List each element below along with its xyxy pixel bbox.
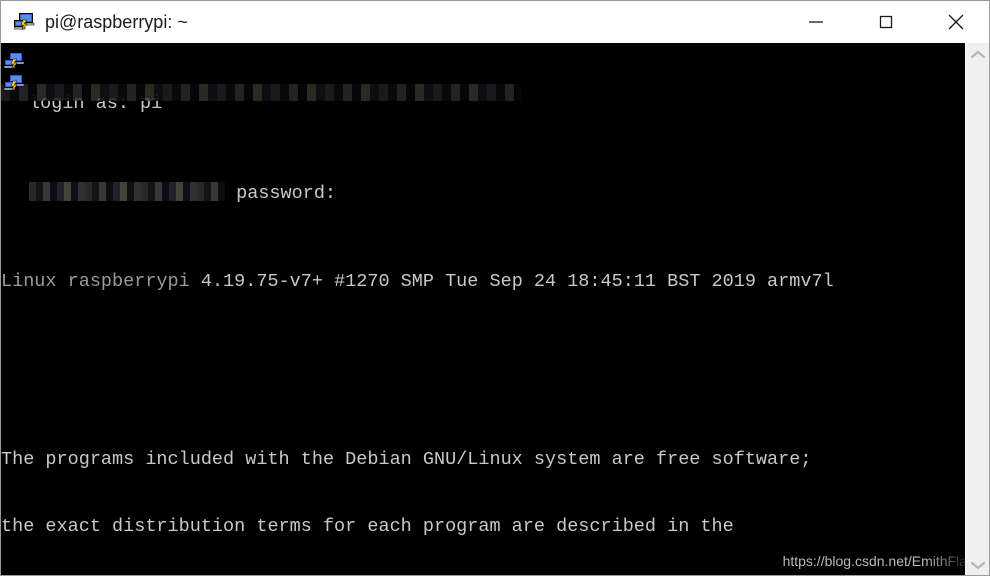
censored-host-block: [29, 181, 225, 201]
title-bar: pi@raspberrypi: ~: [1, 1, 989, 43]
window-title: pi@raspberrypi: ~: [45, 12, 188, 32]
terminal-line-login-prompt: login as: pi: [29, 92, 163, 114]
terminal-line-license-2: the exact distribution terms for each pr…: [1, 516, 734, 538]
terminal-line-blank-1: [1, 360, 989, 382]
terminal-line-banner-linux: Linux raspberrypi 4.19.75-v7+ #1270 SMP …: [1, 270, 834, 292]
close-button[interactable]: [921, 1, 989, 43]
close-icon: [948, 14, 964, 30]
watermark-text: https://blog.csdn.net/EmithFla: [782, 553, 967, 569]
scrollbar-down-button[interactable]: [966, 553, 990, 575]
window-controls: [781, 1, 989, 43]
chevron-up-icon: [969, 50, 986, 59]
maximize-icon: [879, 15, 893, 29]
putty-computer-icon-overlay-1: [4, 52, 25, 70]
scrollbar-track[interactable]: [966, 67, 990, 553]
scrollbar-up-button[interactable]: [966, 43, 990, 67]
terminal-line-password-prompt: password:: [1, 181, 989, 204]
terminal-screen[interactable]: login as: pi password: Linux raspberrypi…: [1, 43, 989, 575]
putty-computer-icon-overlay-2: [4, 74, 25, 92]
chevron-down-icon: [969, 561, 986, 570]
minimize-icon: [809, 21, 823, 23]
terminal-line-license-1: The programs included with the Debian GN…: [1, 449, 812, 471]
minimize-button[interactable]: [781, 1, 851, 43]
putty-computer-icon: [14, 13, 35, 31]
terminal-output: login as: pi password: Linux raspberrypi…: [1, 43, 989, 575]
terminal-scrollbar[interactable]: [965, 43, 990, 575]
putty-window: pi@raspberrypi: ~ login as: pi password:…: [0, 0, 990, 576]
maximize-button[interactable]: [851, 1, 921, 43]
